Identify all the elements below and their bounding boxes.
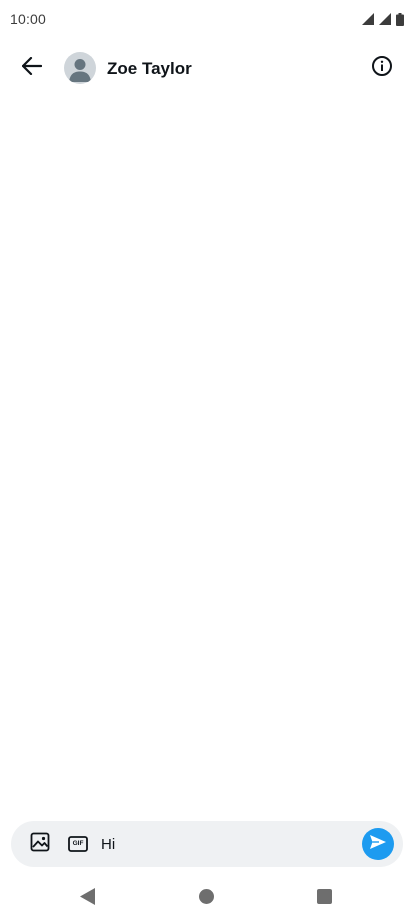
back-button[interactable] <box>14 50 50 86</box>
arrow-left-icon <box>21 56 43 80</box>
send-button[interactable] <box>362 828 394 860</box>
status-icons <box>362 12 404 26</box>
nav-back-icon[interactable] <box>80 888 95 910</box>
conversation-header: Zoe Taylor <box>0 42 414 96</box>
status-bar: 10:00 <box>0 0 414 38</box>
dm-conversation-screen: 10:00 Zoe Taylor GIF Hi <box>0 0 414 920</box>
nav-home-icon[interactable] <box>199 889 214 904</box>
send-icon <box>369 834 387 855</box>
gif-glyph: GIF <box>72 840 84 847</box>
nav-recents-icon[interactable] <box>317 889 332 904</box>
status-time: 10:00 <box>10 11 47 27</box>
signal-icon <box>379 13 391 25</box>
default-avatar-icon <box>64 59 96 84</box>
battery-icon <box>396 12 404 26</box>
wifi-icon <box>362 13 374 25</box>
system-nav-bar <box>0 878 414 916</box>
info-circle-icon <box>371 55 393 82</box>
message-input[interactable] <box>101 831 351 857</box>
message-composer: GIF <box>11 821 403 867</box>
add-gif-button[interactable]: GIF <box>67 833 89 855</box>
message-list[interactable] <box>0 96 414 816</box>
add-photo-button[interactable] <box>29 832 51 857</box>
contact-avatar[interactable] <box>64 52 96 84</box>
gif-icon: GIF <box>68 836 88 852</box>
conversation-info-button[interactable] <box>364 50 400 86</box>
contact-name[interactable]: Zoe Taylor <box>107 59 192 79</box>
image-icon <box>30 832 50 857</box>
